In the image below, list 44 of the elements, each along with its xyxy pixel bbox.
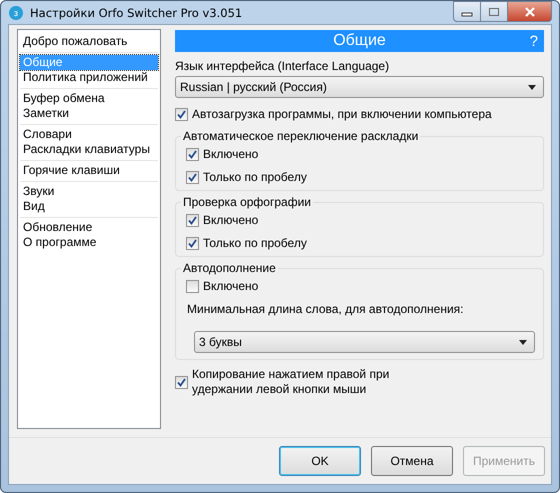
- group-title: Проверка орфографии: [181, 195, 313, 209]
- section-title: Общие: [333, 32, 386, 50]
- dropdown-arrow-icon: [528, 84, 536, 90]
- ok-button[interactable]: OK: [279, 446, 361, 476]
- checkbox-label: Включено: [203, 279, 258, 293]
- sidebar-item[interactable]: Добро пожаловать: [20, 34, 158, 49]
- field-label: Минимальная длина слова, для автодополнения:: [187, 302, 465, 316]
- sidebar-item[interactable]: Вид: [20, 199, 158, 214]
- dropdown-arrow-icon: [519, 340, 527, 344]
- checkbox-label: Только по пробелу: [203, 170, 307, 184]
- checkbox-label: Включено: [203, 213, 258, 227]
- group-title: Автодополнение: [181, 261, 278, 275]
- language-label: Язык интерфейса (Interface Language): [175, 59, 390, 73]
- length-dropdown[interactable]: 3 буквы: [194, 331, 535, 353]
- sidebar-item[interactable]: Заметки: [20, 106, 158, 121]
- close-icon: [524, 6, 536, 16]
- checkbox-label: Копирование нажатием правой при удержании левой кнопки мыши: [192, 367, 390, 397]
- sidebar-item[interactable]: Звуки: [20, 184, 158, 199]
- sidebar-item[interactable]: Раскладки клавиатуры: [20, 142, 158, 157]
- maximize-button[interactable]: [481, 1, 508, 22]
- checkbox[interactable]: [175, 108, 188, 120]
- checkbox[interactable]: [186, 148, 199, 160]
- cancel-button[interactable]: Отмена: [371, 446, 453, 476]
- app-icon: з: [9, 6, 23, 20]
- language-dropdown[interactable]: Russian | русский (Россия): [175, 76, 544, 98]
- checkbox[interactable]: [186, 236, 199, 250]
- maximize-icon: [488, 6, 500, 16]
- sidebar-item[interactable]: Горячие клавиши: [20, 163, 158, 178]
- window-title: Настройки Orfo Switcher Pro v3.051: [30, 6, 242, 20]
- checkbox-label: Только по пробелу: [203, 236, 307, 250]
- checkbox[interactable]: [186, 170, 199, 184]
- sidebar-item[interactable]: О программе: [20, 235, 158, 250]
- sidebar-item[interactable]: Буфер обмена: [20, 91, 158, 106]
- checkbox-label: Включено: [203, 147, 258, 161]
- checkbox-label: Автозагрузка программы, при включении компьютера: [192, 107, 492, 121]
- sidebar-item[interactable]: Политика приложений: [20, 70, 158, 85]
- sidebar-item[interactable]: Обновление: [20, 220, 158, 235]
- checkbox[interactable]: [175, 376, 188, 388]
- minimize-button[interactable]: [453, 1, 481, 22]
- checkbox[interactable]: [186, 280, 199, 292]
- close-button[interactable]: [508, 1, 552, 22]
- checkbox[interactable]: [186, 214, 199, 226]
- sidebar-item[interactable]: Словари: [20, 127, 158, 142]
- group-title: Автоматическое переключение раскладки: [181, 129, 420, 143]
